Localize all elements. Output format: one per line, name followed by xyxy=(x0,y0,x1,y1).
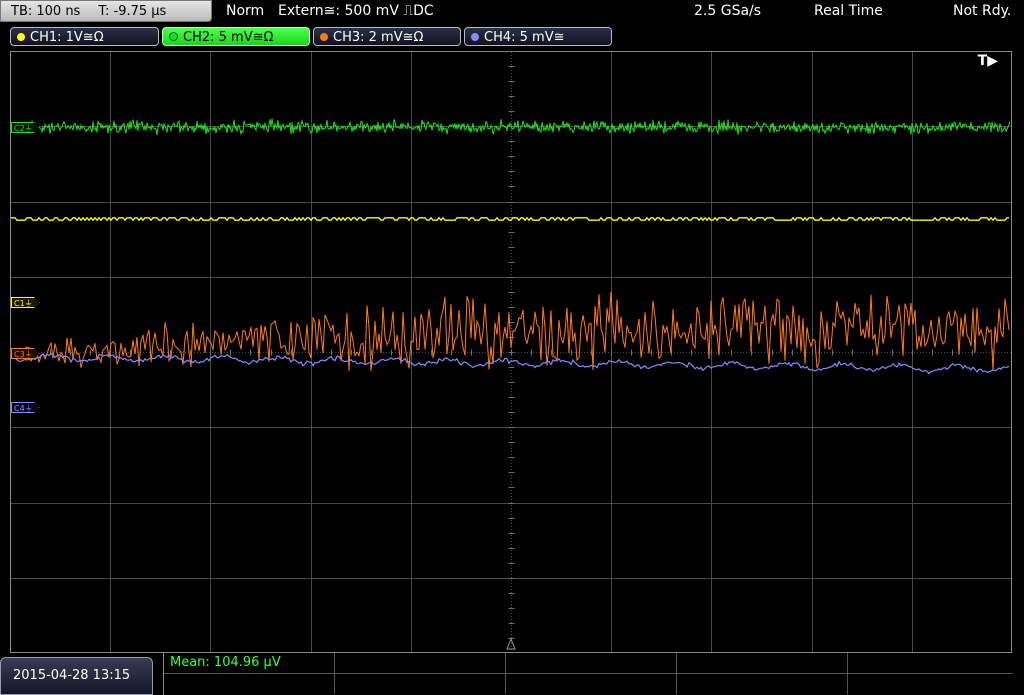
tab-ch3[interactable]: CH3: 2 mV≅Ω xyxy=(313,27,461,46)
measurement-row: Mean: 104.96 µV xyxy=(164,653,1013,674)
measurement-cell-empty[interactable] xyxy=(506,653,677,673)
tab-ch1-label: CH1: 1V≅Ω xyxy=(30,30,104,45)
trigger-time-readout: T: -9.75 µs xyxy=(98,4,167,19)
waveform-canvas xyxy=(10,51,1012,653)
measurement-cell-empty[interactable] xyxy=(848,674,1012,694)
measurement-cell-empty[interactable] xyxy=(335,653,506,673)
measurement-cell-empty[interactable] xyxy=(677,653,848,673)
trigger-indicator-icon: T▶ xyxy=(977,53,998,69)
measurement-row xyxy=(164,674,1013,694)
trigger-source[interactable]: Extern≅: 500 mV ⎍DC xyxy=(278,0,434,23)
ch3-offset-marker[interactable]: C3⏚ xyxy=(11,348,40,359)
ch3-color-dot-icon xyxy=(320,33,328,41)
ch4-color-dot-icon xyxy=(471,33,479,41)
tab-ch1[interactable]: CH1: 1V≅Ω xyxy=(10,27,159,46)
tab-ch2[interactable]: CH2: 5 mV≅Ω xyxy=(162,27,310,46)
mean-measurement: Mean: 104.96 µV xyxy=(170,655,281,670)
ch1-offset-marker[interactable]: C1⏚ xyxy=(11,297,40,308)
sample-rate: 2.5 GSa/s xyxy=(694,3,762,19)
timebase-readout: TB: 100 ns xyxy=(11,4,81,19)
bottom-bar: 2015-04-28 13:15 Mean: 104.96 µV xyxy=(0,653,1024,695)
acquisition-mode[interactable]: Real Time xyxy=(814,0,883,23)
tab-ch2-label: CH2: 5 mV≅Ω xyxy=(183,30,274,45)
timebase-box[interactable]: TB: 100 ns T: -9.75 µs xyxy=(0,0,212,22)
measurement-cell-empty[interactable] xyxy=(848,653,1012,673)
channel-tabs: CH1: 1V≅Ω CH2: 5 mV≅Ω CH3: 2 mV≅Ω CH4: 5… xyxy=(0,26,1024,48)
measurement-cell-empty[interactable] xyxy=(335,674,506,694)
acquisition-state: Not Rdy. xyxy=(953,3,1012,19)
measurement-panel[interactable]: Mean: 104.96 µV xyxy=(163,653,1013,695)
ch1-color-dot-icon xyxy=(17,33,25,41)
ch2-color-dot-icon xyxy=(169,32,178,41)
measurement-cell-empty[interactable] xyxy=(677,674,848,694)
datetime-display: 2015-04-28 13:15 xyxy=(0,657,153,695)
oscilloscope-screen: TB: 100 ns T: -9.75 µs Norm Extern≅: 500… xyxy=(0,0,1024,695)
tab-ch3-label: CH3: 2 mV≅Ω xyxy=(333,30,424,45)
measurement-cell-empty[interactable] xyxy=(164,674,335,694)
status-bar: TB: 100 ns T: -9.75 µs Norm Extern≅: 500… xyxy=(0,0,1024,24)
measurement-cell-empty[interactable] xyxy=(506,674,677,694)
measurement-cell[interactable]: Mean: 104.96 µV xyxy=(164,653,335,673)
waveform-display[interactable]: T▶ C2⏚ C1⏚ C3⏚ C4⏚ xyxy=(10,51,1012,653)
tab-ch4-label: CH4: 5 mV≅ xyxy=(484,30,565,45)
ch2-offset-marker[interactable]: C2⏚ xyxy=(11,122,40,133)
ch4-offset-marker[interactable]: C4⏚ xyxy=(11,402,40,413)
trigger-mode[interactable]: Norm xyxy=(226,0,264,23)
tab-ch4[interactable]: CH4: 5 mV≅ xyxy=(464,27,612,46)
